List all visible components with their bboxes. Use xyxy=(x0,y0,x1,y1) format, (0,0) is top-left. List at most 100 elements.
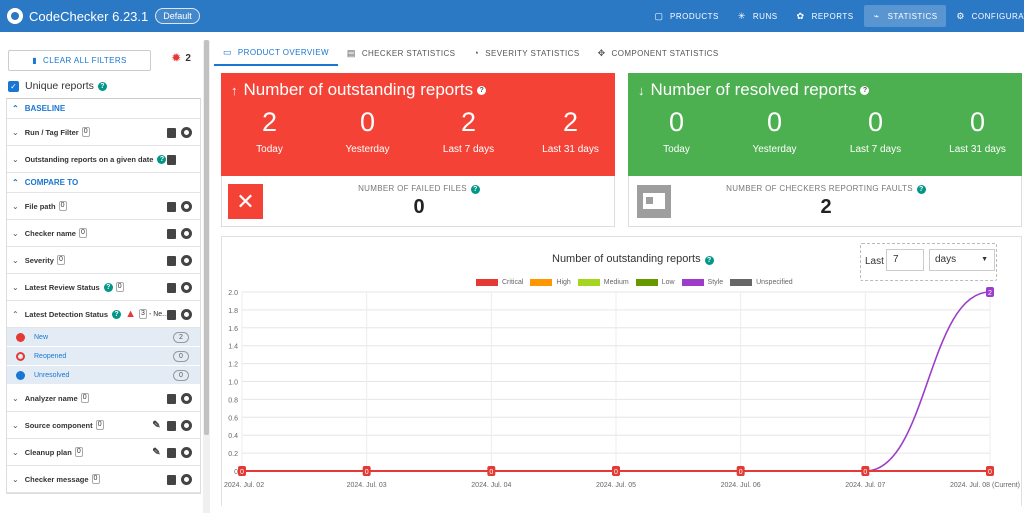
filter-file-path[interactable]: ⌄ File path 0 xyxy=(7,193,200,220)
delete-icon[interactable] xyxy=(166,447,177,458)
stat-last-7-days[interactable]: 2 Last 7 days xyxy=(420,107,517,155)
resolved-title-row: ↓ Number of resolved reports? xyxy=(638,80,870,100)
speedometer-icon: ◔ xyxy=(473,48,480,58)
help-icon[interactable]: ? xyxy=(860,85,870,95)
pencil-icon[interactable]: ✎ xyxy=(151,447,162,458)
nav-runs-label: RUNS xyxy=(752,11,778,21)
arrow-up-icon: ↑ xyxy=(231,82,238,98)
nav-configuration[interactable]: ⚙CONFIGURATION▼ xyxy=(948,5,1024,27)
stat-today[interactable]: 0 Today xyxy=(628,107,725,155)
sidebar-scrollbar-thumb[interactable] xyxy=(204,40,209,435)
filter-count: 0 xyxy=(115,282,124,292)
stat-last-31-days[interactable]: 0 Last 31 days xyxy=(929,107,1024,155)
baseline-section-header[interactable]: ⌃ BASELINE xyxy=(7,99,200,119)
delete-icon[interactable] xyxy=(166,228,177,239)
chevron-down-icon: ⌄ xyxy=(12,393,19,403)
gear-icon[interactable] xyxy=(181,447,192,458)
x-tick-label: 2024. Jul. 02 xyxy=(224,482,264,489)
stat-yesterday[interactable]: 0 Yesterday xyxy=(319,107,416,155)
filter-checker-name[interactable]: ⌄ Checker name 0 xyxy=(7,220,200,247)
help-icon[interactable]: ? xyxy=(916,185,926,194)
delete-icon[interactable] xyxy=(166,255,177,266)
checkbox-checked-icon[interactable]: ✓ xyxy=(8,80,19,92)
help-icon[interactable]: ? xyxy=(103,282,113,292)
delete-icon[interactable] xyxy=(166,309,177,320)
y-tick-label: 1.2 xyxy=(228,362,238,369)
delete-icon[interactable] xyxy=(166,201,177,212)
checkers-faults-value[interactable]: 2 xyxy=(629,196,1023,219)
pencil-icon[interactable]: ✎ xyxy=(151,420,162,431)
help-icon[interactable]: ? xyxy=(112,309,122,319)
filter-cleanup-plan[interactable]: ⌄ Cleanup plan 0 ✎ xyxy=(7,439,200,466)
outstanding-title-row: ↑ Number of outstanding reports? xyxy=(231,80,487,100)
detection-item-new[interactable]: New 2 xyxy=(7,328,200,347)
detection-item-reopened[interactable]: Reopened 0 xyxy=(7,347,200,366)
filter-detection-status[interactable]: ⌃ Latest Detection Status? ▲ 3- Ne... xyxy=(7,301,200,328)
failed-files-value[interactable]: 0 xyxy=(222,196,616,219)
stat-today[interactable]: 2 Today xyxy=(221,107,318,155)
arrow-down-icon: ↓ xyxy=(638,82,645,98)
gear-icon[interactable] xyxy=(181,255,192,266)
help-icon[interactable]: ? xyxy=(470,185,480,194)
failed-files-label-row: NUMBER OF FAILED FILES? xyxy=(222,184,616,194)
gear-icon[interactable] xyxy=(181,420,192,431)
gear-icon[interactable] xyxy=(181,282,192,293)
resolved-reports-card: ↓ Number of resolved reports? 0 Today 0 Yes… xyxy=(628,73,1022,176)
nav-statistics-label: STATISTICS xyxy=(887,11,938,21)
gear-icon[interactable] xyxy=(181,309,192,320)
data-point-label: 0 xyxy=(863,469,867,476)
gear-icon[interactable] xyxy=(181,393,192,404)
help-icon[interactable]: ? xyxy=(477,85,487,95)
tab-label: COMPONENT STATISTICS xyxy=(611,48,719,58)
delete-icon[interactable] xyxy=(166,420,177,431)
x-tick-label: 2024. Jul. 06 xyxy=(721,482,761,489)
gear-icon[interactable] xyxy=(181,228,192,239)
nav-products-label: PRODUCTS xyxy=(670,11,719,21)
stat-yesterday[interactable]: 0 Yesterday xyxy=(726,107,823,155)
tab-component-statistics[interactable]: ✥ COMPONENT STATISTICS xyxy=(589,40,728,66)
filter-checker-message[interactable]: ⌄ Checker message 0 xyxy=(7,466,200,493)
filter-severity[interactable]: ⌄ Severity 0 xyxy=(7,247,200,274)
filter-outstanding-date[interactable]: ⌄ Outstanding reports on a given date? xyxy=(7,146,200,173)
tab-checker-statistics[interactable]: ▤ CHECKER STATISTICS xyxy=(338,40,465,66)
delete-icon[interactable] xyxy=(166,474,177,485)
nav-reports[interactable]: ✿ REPORTS xyxy=(788,5,862,27)
stat-label: Yesterday xyxy=(752,144,797,155)
compare-to-section-header[interactable]: ⌃ COMPARE TO xyxy=(7,173,200,193)
warning-icon: ▲ xyxy=(125,308,136,320)
nav-products[interactable]: ▢ PRODUCTS xyxy=(646,5,727,27)
checkers-faults-label: NUMBER OF CHECKERS REPORTING FAULTS xyxy=(726,184,913,193)
filter-source-component[interactable]: ⌄ Source component 0 ✎ xyxy=(7,412,200,439)
stat-label: Today xyxy=(663,144,690,155)
y-tick-label: 1.8 xyxy=(228,308,238,315)
chevron-up-icon: ⌃ xyxy=(12,178,19,187)
gear-icon[interactable] xyxy=(181,127,192,138)
detection-item-count: 0 xyxy=(173,351,189,362)
nav-runs[interactable]: ✳ RUNS xyxy=(729,5,786,27)
delete-icon[interactable] xyxy=(166,127,177,138)
detection-item-unresolved[interactable]: Unresolved 0 xyxy=(7,366,200,385)
app-logo[interactable]: CodeChecker 6.23.1 xyxy=(7,8,148,24)
clear-all-filters-button[interactable]: ▮ CLEAR ALL FILTERS xyxy=(8,50,151,71)
outstanding-chart-card: Number of outstanding reports? Critical H… xyxy=(221,236,1022,506)
nav-statistics[interactable]: ⌁ STATISTICS xyxy=(863,5,946,27)
filter-review-status[interactable]: ⌄ Latest Review Status? 0 xyxy=(7,274,200,301)
filter-run-tag[interactable]: ⌄ Run / Tag Filter 0 xyxy=(7,119,200,146)
unique-reports-toggle[interactable]: ✓ Unique reports? xyxy=(8,80,107,92)
tab-label: SEVERITY STATISTICS xyxy=(485,48,580,58)
stat-last-31-days[interactable]: 2 Last 31 days xyxy=(522,107,619,155)
stat-last-7-days[interactable]: 0 Last 7 days xyxy=(827,107,924,155)
filter-count: 0 xyxy=(78,228,87,238)
product-badge[interactable]: Default xyxy=(155,8,200,24)
tab-severity-statistics[interactable]: ◔ SEVERITY STATISTICS xyxy=(464,40,588,66)
delete-icon[interactable] xyxy=(166,154,177,165)
gear-icon[interactable] xyxy=(181,474,192,485)
filter-analyzer-name[interactable]: ⌄ Analyzer name 0 xyxy=(7,385,200,412)
gear-icon[interactable] xyxy=(181,201,192,212)
chevron-down-icon: ⌄ xyxy=(12,255,19,265)
help-icon[interactable]: ? xyxy=(97,81,107,91)
tab-product-overview[interactable]: ▭ PRODUCT OVERVIEW xyxy=(214,40,338,66)
delete-icon[interactable] xyxy=(166,393,177,404)
delete-icon[interactable] xyxy=(166,282,177,293)
statistics-icon: ⌁ xyxy=(873,11,880,21)
